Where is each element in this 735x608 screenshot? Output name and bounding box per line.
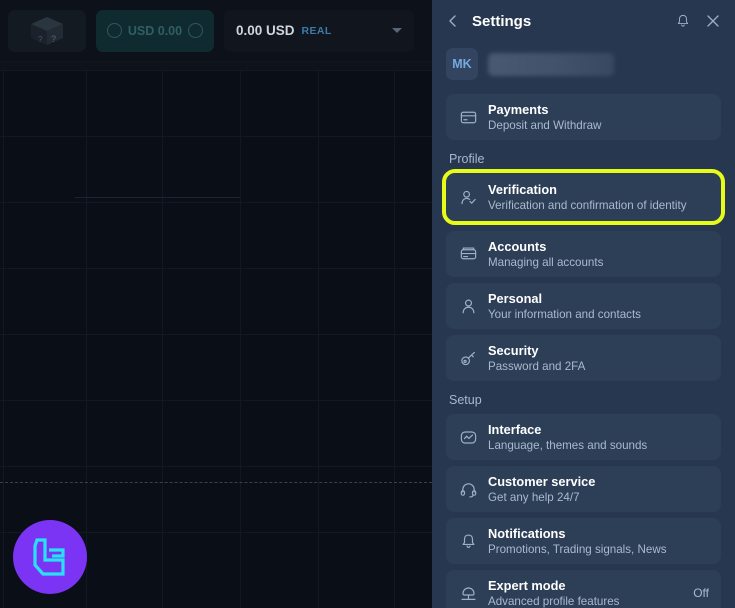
settings-item-title: Verification [488, 181, 557, 197]
accounts-icon [457, 245, 479, 264]
svg-text:?: ? [51, 34, 56, 44]
settings-item-personal[interactable]: Personal Your information and contacts [446, 283, 721, 329]
credit-card-icon [457, 108, 479, 127]
settings-item-notifications[interactable]: Notifications Promotions, Trading signals… [446, 518, 721, 564]
settings-item-text: Security Password and 2FA [488, 343, 585, 374]
settings-item-verification[interactable]: Verification Verification and confirmatio… [442, 169, 725, 225]
settings-item-text: Accounts Managing all accounts [488, 239, 603, 270]
section-label-setup: Setup [449, 393, 482, 407]
settings-item-title: Customer service [488, 473, 596, 489]
settings-item-title: Notifications [488, 525, 566, 541]
trading-background: ? ? USD 0.00 0.00 USD REAL [0, 0, 432, 608]
account-type-badge: REAL [301, 24, 332, 37]
balance-amount: 0.00 USD [236, 23, 295, 38]
logo-glyph [33, 538, 65, 576]
settings-item-subtitle: Verification and confirmation of identit… [488, 198, 687, 212]
settings-item-subtitle: Get any help 24/7 [488, 490, 580, 504]
settings-item-text: Personal Your information and contacts [488, 291, 641, 322]
svg-text:?: ? [38, 35, 43, 44]
headset-icon [457, 480, 479, 499]
bell-icon [457, 532, 479, 551]
price-level-line [0, 482, 432, 483]
bell-icon[interactable] [675, 13, 691, 29]
settings-item-subtitle: Advanced profile features [488, 594, 620, 608]
coin-icon [188, 23, 204, 38]
user-icon [457, 297, 479, 316]
status-badge: Off [693, 586, 709, 600]
settings-item-interface[interactable]: Interface Language, themes and sounds [446, 414, 721, 460]
avatar: MK [446, 48, 478, 80]
settings-item-accounts[interactable]: Accounts Managing all accounts [446, 231, 721, 277]
page-title: Settings [472, 12, 532, 30]
bonus-balance-pill[interactable]: USD 0.00 [96, 9, 214, 52]
settings-item-subtitle: Password and 2FA [488, 359, 586, 373]
settings-item-title: Interface [488, 421, 542, 437]
top-toolbar: ? ? USD 0.00 0.00 USD REAL [0, 0, 432, 62]
bonus-amount: USD 0.00 [127, 23, 183, 38]
settings-item-text: Notifications Promotions, Trading signals… [488, 526, 667, 557]
chevron-left-icon[interactable] [444, 12, 462, 30]
settings-item-subtitle: Deposit and Withdraw [488, 118, 602, 132]
mystery-box-icon: ? ? [28, 14, 66, 48]
settings-item-customer-service[interactable]: Customer service Get any help 24/7 [446, 466, 721, 512]
settings-item-text: Verification Verification and confirmatio… [488, 182, 687, 213]
close-icon[interactable] [705, 13, 721, 29]
interface-icon [457, 428, 479, 447]
settings-item-security[interactable]: Security Password and 2FA [446, 335, 721, 381]
section-label-profile: Profile [449, 152, 485, 166]
settings-item-payments[interactable]: Payments Deposit and Withdraw [446, 94, 721, 140]
settings-panel: Settings MK Payments Deposit and Withdra… [432, 0, 735, 608]
settings-item-text: Customer service Get any help 24/7 [488, 474, 595, 505]
settings-item-subtitle: Your information and contacts [488, 307, 641, 321]
key-icon [457, 349, 479, 368]
panel-header: Settings [432, 0, 735, 42]
header-actions [675, 13, 721, 29]
settings-item-title: Security [488, 342, 539, 358]
app-root: ? ? USD 0.00 0.00 USD REAL Settings MK P… [0, 0, 735, 608]
settings-item-subtitle: Language, themes and sounds [488, 438, 648, 452]
settings-item-text: Interface Language, themes and sounds [488, 422, 647, 453]
mystery-box-button[interactable]: ? ? [8, 9, 86, 52]
settings-item-title: Accounts [488, 238, 547, 254]
user-check-icon [457, 188, 479, 207]
settings-item-expert-mode[interactable]: Expert mode Advanced profile features Off [446, 570, 721, 608]
settings-item-text: Payments Deposit and Withdraw [488, 102, 601, 133]
account-balance-selector[interactable]: 0.00 USD REAL [224, 9, 414, 52]
profile-summary[interactable]: MK [432, 42, 735, 84]
settings-item-subtitle: Promotions, Trading signals, News [488, 542, 667, 556]
settings-item-title: Payments [488, 101, 549, 117]
account-name-redacted [488, 52, 614, 76]
coin-icon [106, 23, 122, 38]
settings-list: Payments Deposit and Withdraw Profile Verif… [432, 84, 735, 608]
settings-item-text: Expert mode Advanced profile features [488, 578, 619, 608]
settings-item-title: Personal [488, 290, 543, 306]
settings-item-title: Expert mode [488, 577, 566, 593]
settings-item-subtitle: Managing all accounts [488, 255, 604, 269]
brand-logo[interactable] [13, 520, 87, 594]
graduation-cap-icon [457, 584, 479, 603]
chevron-down-icon[interactable] [392, 28, 402, 33]
